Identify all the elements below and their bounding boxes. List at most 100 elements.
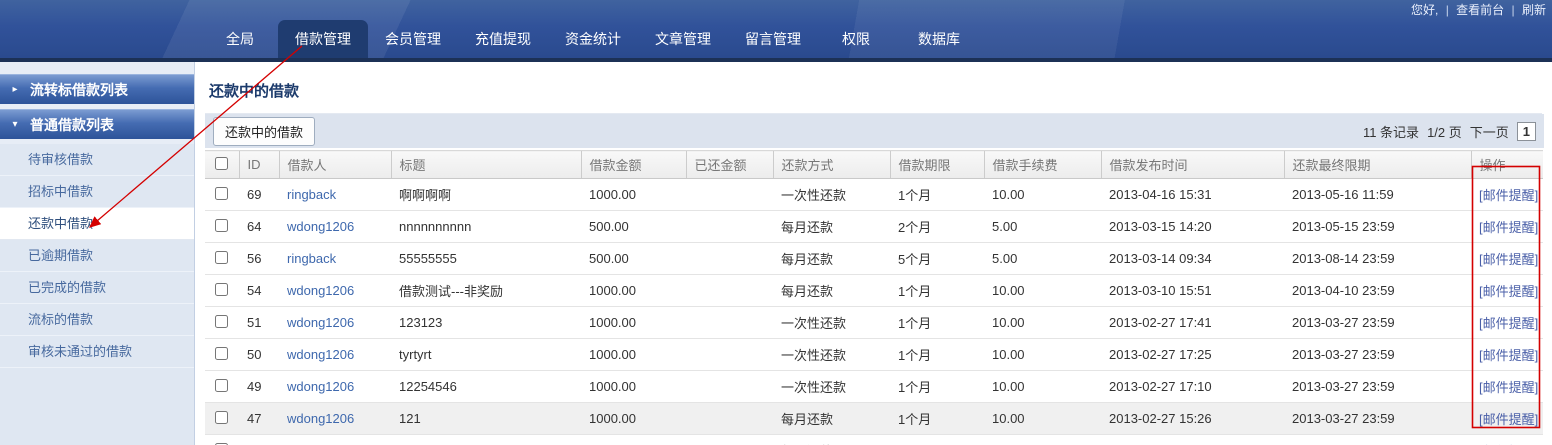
sidebar-item[interactable]: 流标的借款 xyxy=(0,304,194,336)
cell-checkbox xyxy=(205,178,239,211)
borrower-link[interactable]: ringback xyxy=(287,187,336,202)
cell-borrower: wdong1206 xyxy=(279,370,391,403)
row-checkbox[interactable] xyxy=(215,282,228,296)
nav-item[interactable]: 全局 xyxy=(202,22,278,58)
sidebar-item[interactable]: 审核未通过的借款 xyxy=(0,336,194,368)
pagination: 11 条记录 1/2 页 下一页 1 xyxy=(1363,121,1536,141)
cell-method: 每月还款 xyxy=(773,402,890,435)
cell-checkbox xyxy=(205,434,239,445)
cell-method: 每月还款 xyxy=(773,434,890,445)
column-header: 操作 xyxy=(1470,150,1543,179)
sidebar-item[interactable]: 还款中借款 xyxy=(0,208,194,240)
next-page-link[interactable]: 下一页 xyxy=(1470,122,1509,141)
sidebar-item[interactable]: 待审核借款 xyxy=(0,144,194,176)
repaying-loans-tab-button[interactable]: 还款中的借款 xyxy=(213,116,316,146)
cell-method: 一次性还款 xyxy=(773,338,890,371)
cell-borrower: ringback xyxy=(279,178,391,211)
row-checkbox[interactable] xyxy=(215,410,228,424)
cell-fee: 10.00 xyxy=(984,402,1101,435)
sidebar-item[interactable]: 已逾期借款 xyxy=(0,240,194,272)
column-header: 借款发布时间 xyxy=(1100,150,1284,179)
row-checkbox[interactable] xyxy=(215,250,228,264)
cell-repaid xyxy=(686,242,773,275)
email-reminder-link[interactable]: [邮件提醒] xyxy=(1479,284,1538,299)
nav-item[interactable]: 充值提现 xyxy=(458,22,548,58)
email-reminder-link[interactable]: [邮件提醒] xyxy=(1479,348,1538,363)
email-reminder-link[interactable]: [邮件提醒] xyxy=(1479,188,1538,203)
cell-term: 1个月 xyxy=(890,274,984,307)
sidebar-group-header[interactable]: ▾ 普通借款列表 xyxy=(0,109,194,139)
cell-amount: 1000.00 xyxy=(581,306,686,339)
cell-title: 121 xyxy=(391,402,581,435)
header-checkbox-cell xyxy=(205,150,239,179)
nav-item[interactable]: 数据库 xyxy=(894,22,984,58)
triangle-icon: ▸ xyxy=(12,84,18,95)
nav-item[interactable]: 文章管理 xyxy=(638,22,728,58)
sidebar-group-label: 流转标借款列表 xyxy=(30,81,128,98)
row-checkbox[interactable] xyxy=(215,378,228,392)
main-nav: 全局 借款管理 会员管理 充值提现 资金统计 文章管理 留言管理 权限 数据库 xyxy=(202,20,984,58)
cell-term: 1个月 xyxy=(890,178,984,211)
nav-item[interactable]: 资金统计 xyxy=(548,22,638,58)
row-checkbox[interactable] xyxy=(215,218,228,232)
view-frontend-link[interactable]: 查看前台 xyxy=(1456,3,1504,17)
email-reminder-link[interactable]: [邮件提醒] xyxy=(1479,412,1538,427)
cell-deadline: 2013-03-27 23:59 xyxy=(1284,402,1471,435)
cell-repaid xyxy=(686,434,773,445)
cell-borrower: wdong1206 xyxy=(279,274,391,307)
cell-checkbox xyxy=(205,242,239,275)
nav-item[interactable]: 会员管理 xyxy=(368,22,458,58)
table-row: 47 wdong1206 121 1000.00 每月还款 1个月 10.00 … xyxy=(205,402,1543,435)
email-reminder-link[interactable]: [邮件提醒] xyxy=(1479,252,1538,267)
sidebar-item[interactable]: 招标中借款 xyxy=(0,176,194,208)
topbar-user-links: 您好, | 查看前台 | 刷新 xyxy=(1411,1,1546,18)
cell-fee: 10.00 xyxy=(984,370,1101,403)
select-all-checkbox[interactable] xyxy=(215,156,228,170)
cell-checkbox xyxy=(205,338,239,371)
cell-borrower: wdong1206 xyxy=(279,402,391,435)
cell-method: 每月还款 xyxy=(773,242,890,275)
cell-borrower: wdong1206 xyxy=(279,210,391,243)
email-reminder-link[interactable]: [邮件提醒] xyxy=(1479,380,1538,395)
cell-method: 一次性还款 xyxy=(773,306,890,339)
nav-item[interactable]: 借款管理 xyxy=(278,20,368,58)
sidebar-items: 待审核借款 招标中借款 还款中借款 已逾期借款 已完成的借款 流标的借款 审核未通过的借款 xyxy=(0,144,194,368)
nav-item[interactable]: 留言管理 xyxy=(728,22,818,58)
cell-title: tyrtyrt xyxy=(391,338,581,371)
borrower-link[interactable]: wdong1206 xyxy=(287,411,354,426)
email-reminder-link[interactable]: [邮件提醒] xyxy=(1479,220,1538,235)
row-checkbox[interactable] xyxy=(215,314,228,328)
borrower-link[interactable]: wdong1206 xyxy=(287,219,354,234)
column-header: 还款最终限期 xyxy=(1283,150,1471,179)
cell-amount: 600.00 xyxy=(581,434,686,445)
cell-published: 2013-04-16 15:31 xyxy=(1101,178,1284,211)
sidebar-item[interactable]: 已完成的借款 xyxy=(0,272,194,304)
cell-id: 69 xyxy=(239,178,279,211)
loan-table-body: 69 ringback 啊啊啊啊 1000.00 一次性还款 1个月 10.00… xyxy=(205,178,1543,445)
sidebar-group-header[interactable]: ▸ 流转标借款列表 xyxy=(0,74,194,104)
table-row: 69 ringback 啊啊啊啊 1000.00 一次性还款 1个月 10.00… xyxy=(205,178,1543,211)
refresh-link[interactable]: 刷新 xyxy=(1522,3,1546,17)
cell-title: 55555555 xyxy=(391,242,581,275)
current-page-box[interactable]: 1 xyxy=(1516,121,1536,141)
borrower-link[interactable]: wdong1206 xyxy=(287,283,354,298)
cell-term: 1个月 xyxy=(890,306,984,339)
row-checkbox[interactable] xyxy=(215,186,228,200)
cell-deadline: 2013-05-16 11:59 xyxy=(1284,178,1471,211)
cell-action: [邮件提醒] xyxy=(1471,338,1543,371)
borrower-link[interactable]: wdong1206 xyxy=(287,315,354,330)
cell-action: [邮件提醒] xyxy=(1471,274,1543,307)
borrower-link[interactable]: wdong1206 xyxy=(287,347,354,362)
borrower-link[interactable]: ringback xyxy=(287,251,336,266)
cell-action: [邮件提醒] xyxy=(1471,402,1543,435)
borrower-link[interactable]: wdong1206 xyxy=(287,379,354,394)
sidebar-group-label: 普通借款列表 xyxy=(30,116,114,133)
cell-repaid xyxy=(686,306,773,339)
email-reminder-link[interactable]: [邮件提醒] xyxy=(1479,316,1538,331)
cell-published: 2013-02-27 17:41 xyxy=(1101,306,1284,339)
cell-borrower: wdong1206 xyxy=(279,306,391,339)
cell-deadline: 2013-03-27 23:59 xyxy=(1284,370,1471,403)
cell-fee: 10.00 xyxy=(984,306,1101,339)
row-checkbox[interactable] xyxy=(215,346,228,360)
nav-item[interactable]: 权限 xyxy=(818,22,894,58)
